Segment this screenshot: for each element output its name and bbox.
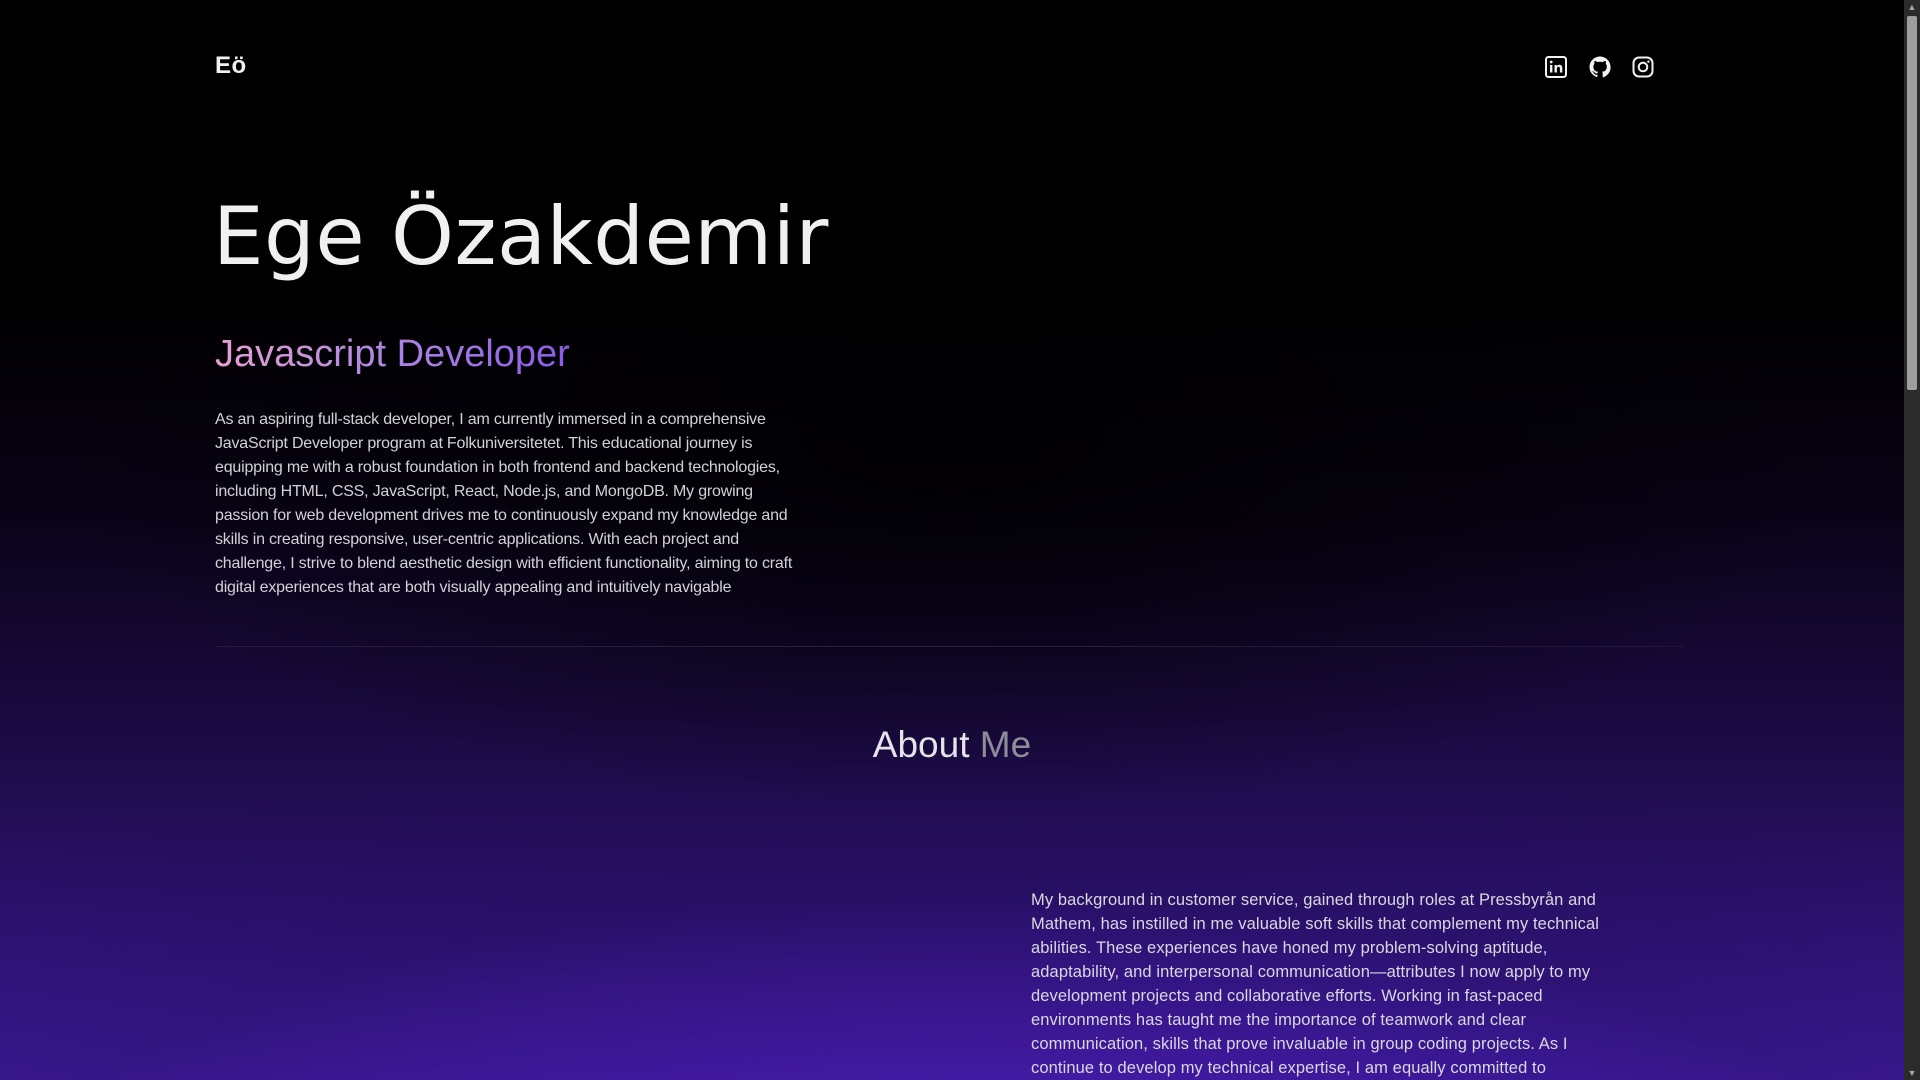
- site-logo[interactable]: Eö: [215, 52, 247, 80]
- social-links: [1529, 52, 1655, 84]
- about-title-main: About: [872, 724, 970, 765]
- about-title-muted: Me: [979, 724, 1032, 765]
- hero-name: Ege Özakdemir: [213, 190, 829, 283]
- scroll-down-arrow-icon[interactable]: ▼: [1904, 1066, 1920, 1080]
- hero-intro: As an aspiring full-stack developer, I a…: [215, 411, 793, 596]
- vertical-scrollbar[interactable]: ▲ ▼: [1904, 0, 1920, 1080]
- scrollbar-thumb[interactable]: [1907, 16, 1917, 390]
- section-divider: [215, 646, 1685, 647]
- linkedin-icon[interactable]: [1544, 55, 1568, 79]
- scroll-up-arrow-icon[interactable]: ▲: [1904, 0, 1920, 14]
- hero-role: Javascript Developer: [215, 333, 570, 375]
- about-title: About Me: [0, 724, 1904, 766]
- about-text: My background in customer service, gaine…: [1031, 891, 1600, 1077]
- github-icon[interactable]: [1588, 55, 1612, 79]
- site-header: Eö: [215, 52, 1655, 84]
- instagram-icon[interactable]: [1631, 55, 1655, 79]
